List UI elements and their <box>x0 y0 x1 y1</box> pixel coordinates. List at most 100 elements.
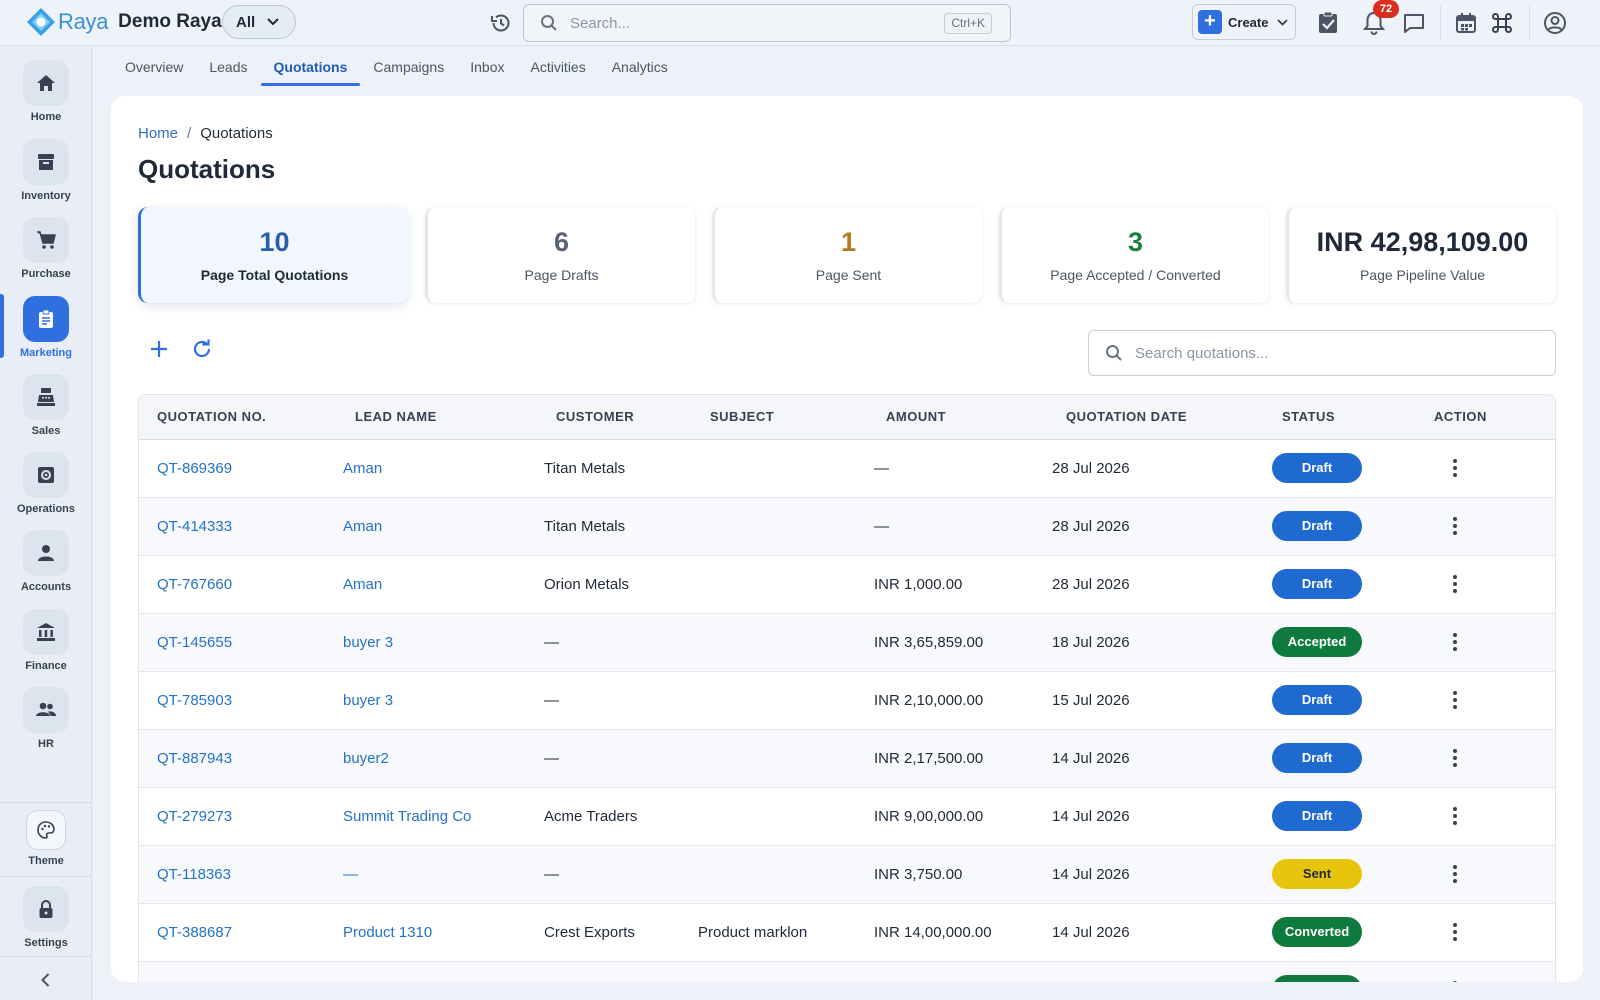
nav-item-marketing[interactable]: Marketing <box>0 296 92 376</box>
table-row[interactable]: QT-279273 Summit Trading Co Acme Traders IN… <box>139 787 1555 846</box>
nav-item-sales[interactable]: Sales <box>0 374 92 454</box>
more-vertical-icon[interactable] <box>1445 979 1465 982</box>
table-row[interactable]: QT-388687 Product 1310 Crest Exports Produc… <box>139 903 1555 962</box>
global-search[interactable]: Ctrl+K <box>523 4 1011 42</box>
more-vertical-icon[interactable] <box>1445 689 1465 711</box>
customer-cell: Acme Traders <box>544 807 638 825</box>
people-icon <box>36 702 56 716</box>
nav-item-accounts[interactable]: Accounts <box>0 530 92 610</box>
lead-name-link[interactable]: Aman <box>343 576 382 593</box>
quotation-number-link[interactable]: QT-887943 <box>157 750 232 767</box>
calendar-icon[interactable] <box>1453 10 1479 36</box>
status-badge: Draft <box>1272 685 1362 715</box>
nav-label: Settings <box>24 937 68 949</box>
nav-item-home[interactable]: Home <box>0 60 92 140</box>
quotation-number-link[interactable]: QT-414333 <box>157 518 232 535</box>
command-icon[interactable] <box>1489 10 1515 36</box>
column-header: STATUS <box>1272 395 1427 440</box>
global-search-input[interactable] <box>570 14 930 32</box>
settings-box-icon <box>38 467 54 483</box>
lead-name-link[interactable]: Summit Trading Co <box>343 808 471 825</box>
lead-name-link[interactable]: Product 1310 <box>343 924 432 941</box>
table-row[interactable]: QT-414333 Aman Titan Metals — 28 Jul 2026 Dra… <box>139 497 1555 556</box>
create-button-label: Create <box>1228 14 1269 30</box>
quotation-search-input[interactable] <box>1135 344 1535 362</box>
column-header[interactable]: QUOTATION DATE <box>1048 395 1272 440</box>
tab-analytics[interactable]: Analytics <box>599 52 681 86</box>
quotation-number-link[interactable]: QT-869369 <box>157 460 232 477</box>
nav-item-settings[interactable]: Settings <box>0 886 92 966</box>
quotation-number-link[interactable]: QT-767660 <box>157 576 232 593</box>
more-vertical-icon[interactable] <box>1445 863 1465 885</box>
stat-card-drafts[interactable]: 6 Page Drafts <box>425 207 695 303</box>
quotation-search[interactable] <box>1088 330 1556 376</box>
nav-icon-box <box>23 530 69 576</box>
history-icon[interactable] <box>489 11 513 35</box>
column-header[interactable]: QUOTATION NO. <box>139 395 325 440</box>
breadcrumb-separator: / <box>187 125 192 142</box>
add-quotation-plus-icon[interactable] <box>146 336 172 362</box>
nav-item-theme[interactable]: Theme <box>0 810 92 890</box>
more-vertical-icon[interactable] <box>1445 573 1465 595</box>
stat-card-accepted[interactable]: 3 Page Accepted / Converted <box>999 207 1269 303</box>
lead-name-link[interactable]: — <box>343 866 358 883</box>
brand[interactable]: Raya Demo Raya <box>26 7 222 37</box>
column-header[interactable]: CUSTOMER <box>530 395 688 440</box>
quotation-number-link[interactable]: QT-388687 <box>157 924 232 941</box>
nav-item-hr[interactable]: HR <box>0 687 92 767</box>
lead-name-link[interactable]: buyer2 <box>343 750 389 767</box>
lead-name-link[interactable]: Aman <box>343 460 382 477</box>
chevron-left-icon[interactable] <box>34 968 58 992</box>
tab-activities[interactable]: Activities <box>517 52 598 86</box>
stat-card-pipeline[interactable]: INR 42,98,109.00 Page Pipeline Value <box>1286 207 1556 303</box>
archive-icon <box>38 154 54 170</box>
table-row[interactable]: QT-785903 buyer 3 — INR 2,10,000.00 15 Jul 2… <box>139 671 1555 730</box>
tab-leads[interactable]: Leads <box>196 52 260 86</box>
nav-item-finance[interactable]: Finance <box>0 609 92 689</box>
more-vertical-icon[interactable] <box>1445 805 1465 827</box>
table-row[interactable]: QT-145655 buyer 3 — INR 3,65,859.00 18 Jul 2… <box>139 613 1555 672</box>
date-cell: 28 Jul 2026 <box>1052 517 1130 535</box>
table-row[interactable]: QT-869369 Aman Titan Metals — 28 Jul 2026 Dra… <box>139 439 1555 498</box>
lead-name-link[interactable]: Aman <box>343 518 382 535</box>
tasks-check-icon[interactable] <box>1315 10 1341 36</box>
quotation-number-link[interactable]: QT-279273 <box>157 808 232 825</box>
stat-value: INR 42,98,109.00 <box>1316 227 1529 257</box>
nav-item-purchase[interactable]: Purchase <box>0 217 92 297</box>
table-row[interactable]: QT-887943 buyer2 — INR 2,17,500.00 14 Jul 20… <box>139 729 1555 788</box>
scope-select[interactable]: All <box>222 5 296 39</box>
table-row[interactable]: Converted <box>139 961 1555 982</box>
create-button[interactable]: + Create <box>1192 4 1296 40</box>
date-cell: 14 Jul 2026 <box>1052 865 1130 883</box>
refresh-icon[interactable] <box>189 336 215 362</box>
tab-overview[interactable]: Overview <box>112 52 196 86</box>
more-vertical-icon[interactable] <box>1445 921 1465 943</box>
column-header[interactable]: LEAD NAME <box>325 395 530 440</box>
more-vertical-icon[interactable] <box>1445 515 1465 537</box>
breadcrumb-home-link[interactable]: Home <box>138 125 178 142</box>
stat-card-sent[interactable]: 1 Page Sent <box>712 207 982 303</box>
table-row[interactable]: QT-118363 — — INR 3,750.00 14 Jul 2026 Sent <box>139 845 1555 904</box>
nav-icon-box <box>26 810 66 850</box>
stat-label: Page Drafts <box>524 267 599 283</box>
quotation-number-link[interactable]: QT-118363 <box>157 866 231 883</box>
column-header[interactable]: AMOUNT <box>864 395 1048 440</box>
stat-card-total[interactable]: 10 Page Total Quotations <box>138 207 408 303</box>
quotation-number-link[interactable]: QT-145655 <box>157 634 232 651</box>
more-vertical-icon[interactable] <box>1445 631 1465 653</box>
tab-quotations[interactable]: Quotations <box>260 52 361 86</box>
column-header[interactable]: SUBJECT <box>688 395 864 440</box>
lead-name-link[interactable]: buyer 3 <box>343 692 393 709</box>
nav-item-inventory[interactable]: Inventory <box>0 139 92 219</box>
customer-cell: Orion Metals <box>544 575 630 593</box>
tab-campaigns[interactable]: Campaigns <box>360 52 457 86</box>
quotation-number-link[interactable]: QT-785903 <box>157 692 232 709</box>
more-vertical-icon[interactable] <box>1445 457 1465 479</box>
nav-item-operations[interactable]: Operations <box>0 452 92 532</box>
table-row[interactable]: QT-767660 Aman Orion Metals INR 1,000.00 28 … <box>139 555 1555 614</box>
tab-inbox[interactable]: Inbox <box>457 52 517 86</box>
chat-icon[interactable] <box>1401 10 1427 36</box>
account-circle-icon[interactable] <box>1542 10 1568 36</box>
lead-name-link[interactable]: buyer 3 <box>343 634 393 651</box>
more-vertical-icon[interactable] <box>1445 747 1465 769</box>
